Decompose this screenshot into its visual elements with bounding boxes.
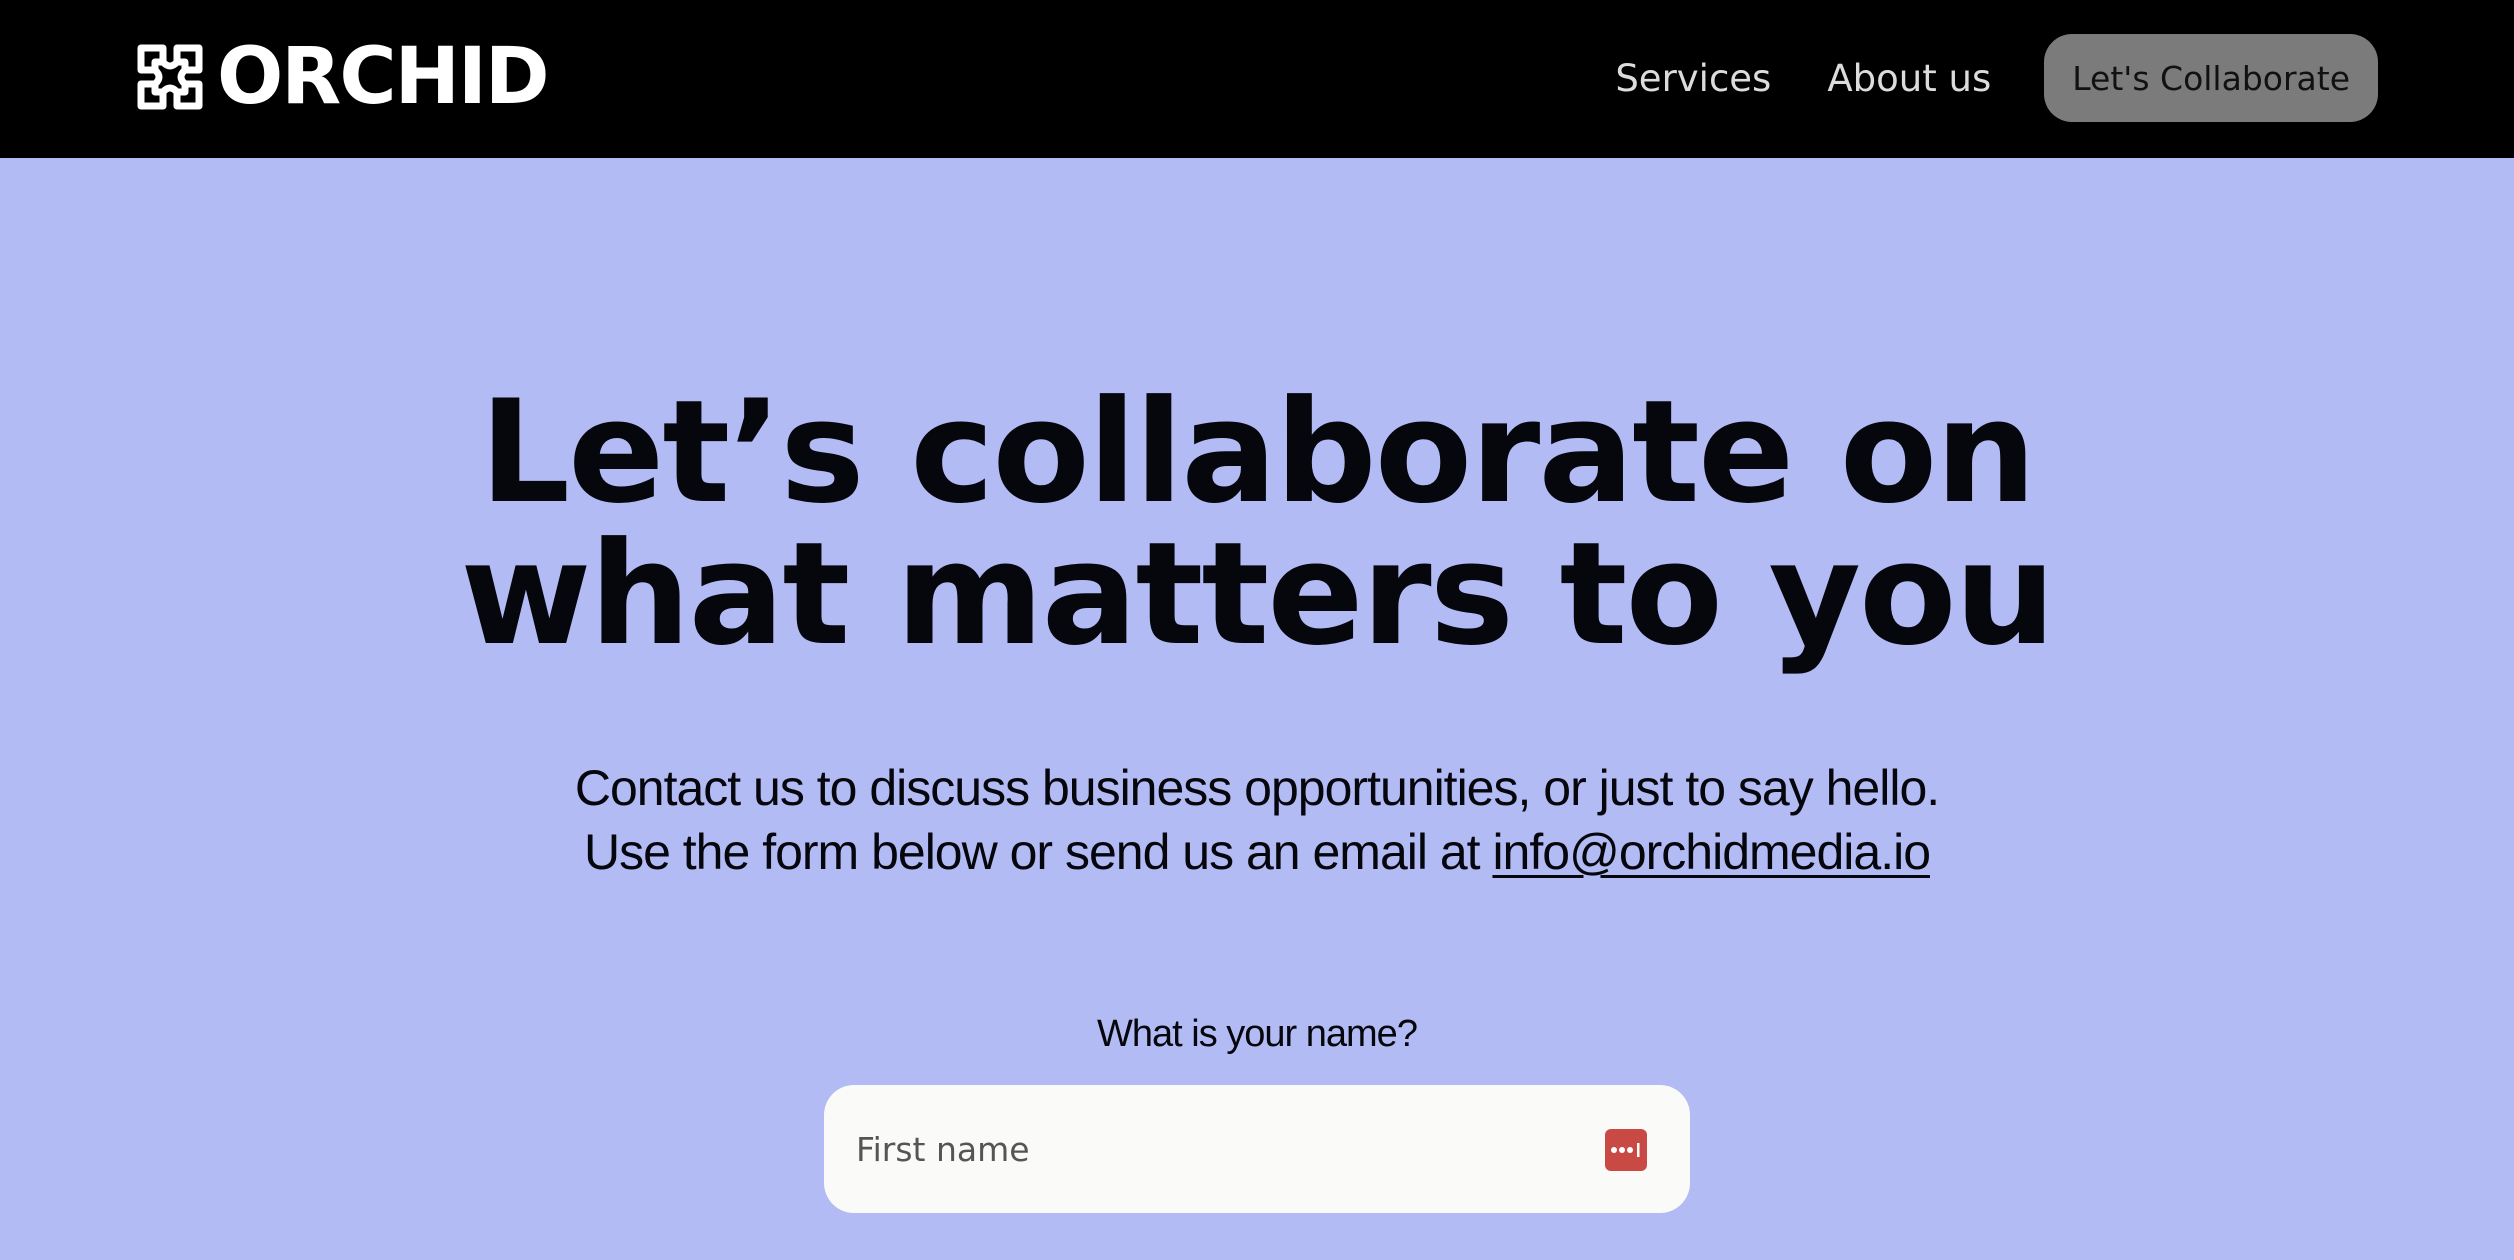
- nav-about-link[interactable]: About us: [1827, 57, 1991, 100]
- first-name-input[interactable]: [856, 1085, 1596, 1213]
- orchid-logo-icon: [137, 44, 203, 110]
- hero-title-line-1: Let’s collaborate on: [479, 370, 2037, 535]
- main-nav: Services About us Let's Collaborate: [1615, 34, 2378, 122]
- hero-subtitle-line-2: Use the form below or send us an email a…: [583, 824, 1493, 880]
- name-question-label: What is your name?: [1097, 1013, 1418, 1055]
- nav-services-link[interactable]: Services: [1615, 57, 1771, 100]
- hero-title: Let’s collaborate on what matters to you: [0, 382, 2514, 666]
- logo-text: ORCHID: [217, 32, 550, 122]
- hero-title-line-2: what matters to you: [460, 512, 2055, 677]
- hero-subtitle: Contact us to discuss business opportuni…: [0, 756, 2514, 884]
- site-header: ORCHID Services About us Let's Collabora…: [0, 0, 2514, 158]
- password-manager-icon[interactable]: [1605, 1129, 1647, 1171]
- hero-subtitle-line-1: Contact us to discuss business opportuni…: [574, 760, 1940, 816]
- dots-cursor-icon: [1611, 1143, 1640, 1157]
- logo[interactable]: ORCHID: [133, 32, 550, 122]
- email-link[interactable]: info@orchidmedia.io: [1492, 824, 1931, 880]
- lets-collaborate-button[interactable]: Let's Collaborate: [2044, 34, 2378, 122]
- first-name-field: [824, 1085, 1690, 1213]
